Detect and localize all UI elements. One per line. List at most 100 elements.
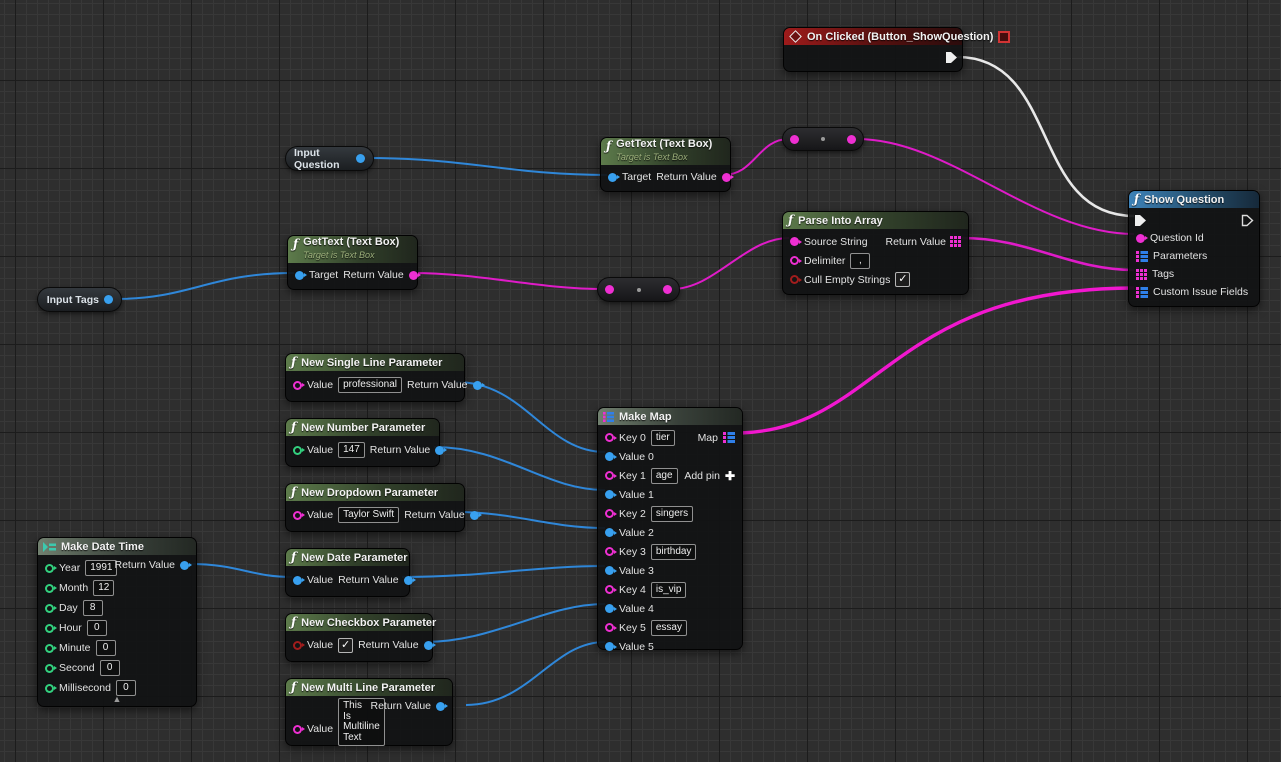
key5-pin[interactable] (605, 623, 614, 632)
return-value-pin[interactable] (424, 641, 433, 650)
second-pin[interactable] (45, 664, 54, 673)
node-header[interactable]: ƒ Show Question (1129, 191, 1259, 208)
minute-field[interactable]: 0 (96, 640, 116, 656)
month-field[interactable]: 12 (93, 580, 114, 596)
value-checkbox[interactable]: ✓ (338, 638, 353, 653)
reroute-in-pin[interactable] (605, 285, 614, 294)
wire-checkbox-to-value4[interactable] (424, 604, 605, 642)
value-field[interactable]: Taylor Swift (338, 507, 399, 523)
node-on-clicked-event[interactable]: On Clicked (Button_ShowQuestion) (783, 27, 963, 72)
millisecond-pin[interactable] (45, 684, 54, 693)
value3-pin[interactable] (605, 566, 614, 575)
collapse-arrow-icon[interactable]: ▲ (38, 695, 196, 704)
node-header[interactable]: ƒ Parse Into Array (783, 212, 968, 229)
exec-out-pin[interactable] (1241, 214, 1254, 227)
key3-field[interactable]: birthday (651, 544, 697, 560)
reroute-out-pin[interactable] (663, 285, 672, 294)
array-pin-icon[interactable] (1136, 269, 1147, 280)
variable-out-pin[interactable] (104, 295, 113, 304)
wire-exec-onclicked-to-showquestion[interactable] (957, 57, 1134, 216)
delimiter-pin[interactable] (790, 256, 799, 265)
node-header[interactable]: Make Date Time (38, 538, 196, 555)
wire-gettext-return-to-reroute1[interactable] (723, 139, 789, 175)
reroute-in-pin[interactable] (790, 135, 799, 144)
key4-pin[interactable] (605, 585, 614, 594)
return-value-pin[interactable] (436, 702, 445, 711)
node-new-multi-line-parameter[interactable]: ƒ New Multi Line Parameter Value This Is… (285, 678, 453, 746)
key4-field[interactable]: is_vip (651, 582, 687, 598)
node-new-number-parameter[interactable]: ƒ New Number Parameter Value 147 Return … (285, 418, 440, 467)
array-pin-icon[interactable] (950, 236, 961, 247)
wire-singleline-to-value0[interactable] (456, 382, 605, 452)
add-pin-control[interactable]: Add pin ✚ (684, 466, 735, 485)
node-make-date-time[interactable]: Make Date Time Year 1991 Month 12 Day 8 … (37, 537, 197, 707)
value0-pin[interactable] (605, 452, 614, 461)
value-pin[interactable] (293, 725, 302, 734)
node-show-question[interactable]: ƒ Show Question Question Id Parameters T… (1128, 190, 1260, 307)
value-field[interactable]: 147 (338, 442, 365, 458)
key1-pin[interactable] (605, 471, 614, 480)
value-pin[interactable] (293, 511, 302, 520)
return-value-pin[interactable] (404, 576, 413, 585)
value5-pin[interactable] (605, 642, 614, 651)
node-make-map[interactable]: Make Map Key 0 tier Value 0 Key 1 age Va… (597, 407, 743, 650)
delegate-pin[interactable] (998, 31, 1010, 43)
value-pin[interactable] (293, 446, 302, 455)
wire-makemap-to-customissuefields[interactable] (741, 288, 1134, 433)
key1-field[interactable]: age (651, 468, 678, 484)
key2-pin[interactable] (605, 509, 614, 518)
key2-field[interactable]: singers (651, 506, 693, 522)
node-header[interactable]: ƒ New Checkbox Parameter (286, 614, 432, 631)
return-value-pin[interactable] (473, 381, 482, 390)
value-pin[interactable] (293, 576, 302, 585)
key5-field[interactable]: essay (651, 620, 687, 636)
map-pin-icon[interactable] (1136, 251, 1148, 262)
wire-reroute2-to-sourcestring[interactable] (672, 238, 789, 289)
value1-pin[interactable] (605, 490, 614, 499)
value-pin[interactable] (293, 381, 302, 390)
month-pin[interactable] (45, 584, 54, 593)
wire-multiline-to-value5[interactable] (466, 642, 605, 705)
source-string-pin[interactable] (790, 237, 799, 246)
variable-input-tags[interactable]: Input Tags (37, 287, 122, 312)
node-parse-into-array[interactable]: ƒ Parse Into Array Source String Return … (782, 211, 969, 295)
node-gettext-tags[interactable]: ƒ GetText (Text Box) Target is Text Box … (287, 235, 418, 290)
value4-pin[interactable] (605, 604, 614, 613)
reroute-node-question[interactable] (782, 127, 864, 151)
delimiter-field[interactable]: , (850, 253, 870, 269)
value2-pin[interactable] (605, 528, 614, 537)
key0-pin[interactable] (605, 433, 614, 442)
wire-makedatetime-to-dateparam[interactable] (189, 564, 292, 577)
node-new-date-parameter[interactable]: ƒ New Date Parameter Value Return Value (285, 548, 410, 597)
second-field[interactable]: 0 (100, 660, 120, 676)
key0-field[interactable]: tier (651, 430, 675, 446)
minute-pin[interactable] (45, 644, 54, 653)
exec-out-pin[interactable] (945, 51, 958, 64)
wire-date-to-value3[interactable] (402, 566, 605, 577)
node-header[interactable]: ƒ New Number Parameter (286, 419, 439, 436)
blueprint-graph-canvas[interactable]: On Clicked (Button_ShowQuestion) ƒ GetTe… (0, 0, 1281, 762)
node-header[interactable]: ƒ New Date Parameter (286, 549, 409, 566)
node-new-checkbox-parameter[interactable]: ƒ New Checkbox Parameter Value ✓ Return … (285, 613, 433, 662)
cull-empty-strings-pin[interactable] (790, 275, 799, 284)
return-value-pin[interactable] (722, 173, 731, 182)
node-header[interactable]: ƒ New Dropdown Parameter (286, 484, 464, 501)
map-pin-icon[interactable] (1136, 287, 1148, 298)
node-header[interactable]: ƒ New Multi Line Parameter (286, 679, 452, 696)
value-pin[interactable] (293, 641, 302, 650)
return-value-pin[interactable] (409, 271, 418, 280)
value-field[interactable]: professional (338, 377, 402, 393)
key3-pin[interactable] (605, 547, 614, 556)
wire-parse-return-to-tags[interactable] (962, 238, 1134, 270)
target-pin[interactable] (295, 271, 304, 280)
return-value-pin[interactable] (435, 446, 444, 455)
hour-pin[interactable] (45, 624, 54, 633)
node-header[interactable]: ƒ New Single Line Parameter (286, 354, 464, 371)
reroute-node-tags[interactable] (597, 277, 680, 302)
wire-inputtags-to-gettext-target[interactable] (116, 273, 294, 299)
cull-checkbox[interactable]: ✓ (895, 272, 910, 287)
day-pin[interactable] (45, 604, 54, 613)
wire-gettext-return-to-reroute2[interactable] (410, 273, 605, 289)
year-pin[interactable] (45, 564, 54, 573)
node-gettext-question[interactable]: ƒ GetText (Text Box) Target is Text Box … (600, 137, 731, 192)
